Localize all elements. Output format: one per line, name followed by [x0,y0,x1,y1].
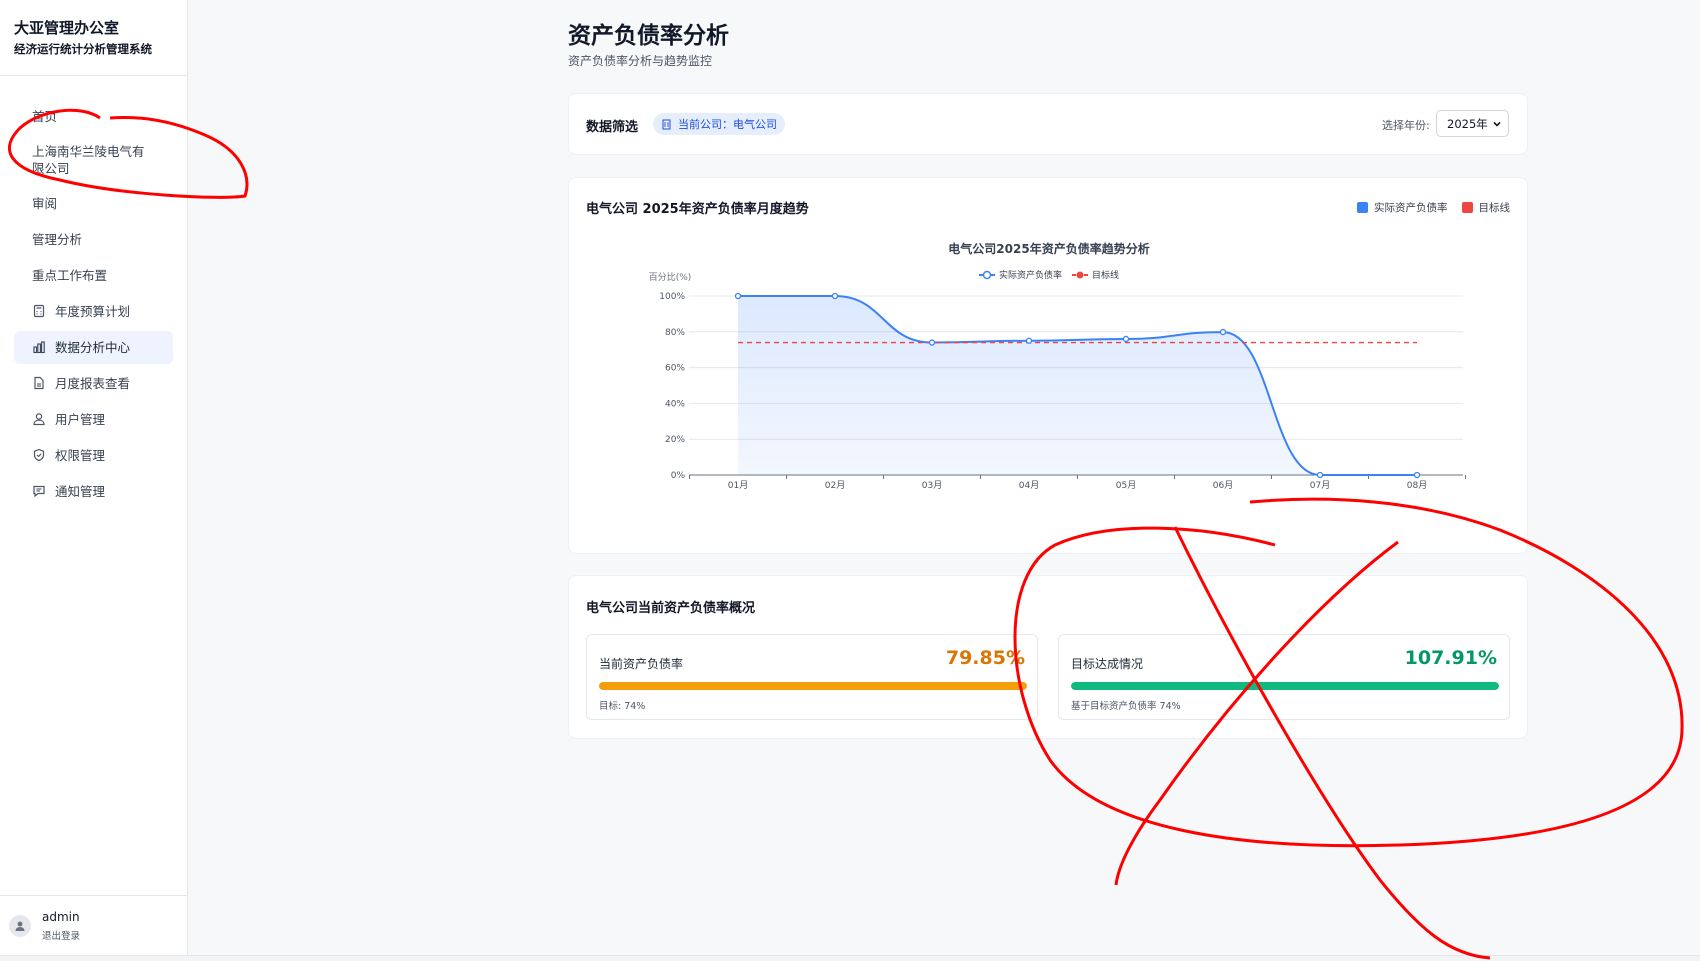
brand-subtitle: 经济运行统计分析管理系统 [14,42,152,56]
sidebar-item-notifications[interactable]: 通知管理 [14,475,173,508]
actual-series-point [1219,328,1227,336]
users-icon [33,413,45,426]
brand-title: 大亚管理办公室 [14,19,120,37]
bottom-scrollbar-track [0,955,1700,961]
chart-title: 电气公司2025年资产负债率趋势分析 [948,241,1149,256]
company-chip: 当前公司：电气公司 [653,113,785,135]
logout-link[interactable]: 退出登录 [42,928,80,942]
year-select-value: 2025年 [1447,116,1488,131]
target-achievement-label: 目标达成情况 [1071,657,1144,671]
trend-line-chart: 电气公司2025年资产负债率趋势分析实际资产负债率 目标线 百分比(%) 0% 20% 4… [649,241,1466,491]
actual-series-point [1025,337,1033,344]
x-tick-label: 04月 [1019,480,1039,491]
sidebar-item-label: 月度报表查看 [55,376,131,391]
x-tick-label: 02月 [825,480,845,491]
calculator-icon [33,304,45,318]
shield-icon [33,448,45,462]
actual-series-point [1316,471,1324,479]
actual-series-point [1413,471,1421,479]
sidebar-item-monthly-report[interactable]: 月度报表查看 [14,367,173,400]
target-achievement-metric: 目标达成情况 107.91% 基于目标资产负债率 74% [1058,634,1510,720]
sidebar-item-label: 通知管理 [55,484,106,499]
actual-series-point [928,339,936,346]
sidebar-item-label: 管理分析 [32,232,83,247]
actual-series-area [738,296,1417,475]
y-tick-label: 0% [671,471,686,481]
actual-series-point [1122,335,1130,343]
chart-legend-marker-actual [982,270,992,280]
sidebar-item-label: 审阅 [32,196,58,211]
actual-series-point [831,292,839,300]
page-subtitle: 资产负债率分析与趋势监控 [568,54,713,68]
sidebar-item-company[interactable]: 上海南华兰陵电气有限公司 [14,136,173,184]
sidebar-item-home[interactable]: 首页 [14,100,173,133]
chart-legend-label-target: 目标线 [1092,269,1119,281]
year-select[interactable]: 2025年 [1436,110,1509,137]
x-tick-label: 05月 [1116,480,1136,491]
target-achievement-progress [1071,682,1499,690]
chevron-down-icon [1493,121,1501,127]
sidebar-item-label: 权限管理 [55,448,106,463]
current-ratio-progress-fill [599,682,1027,690]
avatar [9,914,31,937]
sidebar-item-key-tasks[interactable]: 重点工作布置 [14,259,173,292]
document-icon [34,376,44,390]
company-chip-label: 当前公司：电气公司 [678,118,777,131]
sidebar-item-label: 数据分析中心 [55,340,131,355]
current-ratio-label: 当前资产负债率 [599,657,684,671]
current-ratio-value: 79.85% [945,647,1025,669]
y-tick-label: 80% [665,328,685,338]
brand: 大亚管理办公室 经济运行统计分析管理系统 [0,0,187,76]
sidebar-item-management-analysis[interactable]: 管理分析 [14,223,173,256]
sidebar-item-label: 用户管理 [55,412,106,427]
chart-legend-marker-target [1076,271,1084,279]
x-tick-label: 07月 [1310,480,1330,491]
sidebar-item-label: 年度预算计划 [55,304,131,319]
x-tick-label: 06月 [1213,480,1233,491]
filter-card: 数据筛选 当前公司：电气公司 选择年份: 2025年 [568,93,1528,155]
bar-chart-icon [33,341,45,354]
target-achievement-progress-fill [1071,682,1499,690]
x-tick-label: 01月 [728,480,748,491]
x-tick-label: 08月 [1407,480,1427,491]
y-tick-label: 100% [659,292,685,302]
filter-title: 数据筛选 [586,120,639,135]
y-axis-label: 百分比(%) [649,271,692,283]
sidebar-item-permissions[interactable]: 权限管理 [14,439,173,472]
overview-title: 电气公司当前资产负债率概况 [586,601,756,616]
sidebar-item-review[interactable]: 审阅 [14,187,173,220]
current-ratio-metric: 当前资产负债率 79.85% 目标: 74% [586,634,1038,720]
trend-chart-card: 电气公司 2025年资产负债率月度趋势 实际资产负债率 目标线 电气公司2025… [568,177,1528,554]
overview-card: 电气公司当前资产负债率概况 当前资产负债率 79.85% 目标: 74% 目标达… [568,575,1528,739]
sidebar-item-annual-budget[interactable]: 年度预算计划 [14,295,173,328]
sidebar-item-label: 首页 [32,109,58,124]
actual-series-point [734,292,742,300]
x-tick-label: 03月 [922,480,942,491]
sidebar-item-label: 上海南华兰陵电气有限公司 [32,144,145,176]
target-achievement-value: 107.91% [1404,647,1497,669]
user-icon [15,921,25,931]
sidebar-item-users[interactable]: 用户管理 [14,403,173,436]
user-footer: admin 退出登录 [0,895,188,955]
year-label: 选择年份: [1382,119,1430,132]
sidebar-item-data-analysis[interactable]: 数据分析中心 [14,331,173,364]
sidebar-item-label: 重点工作布置 [32,268,108,283]
target-achievement-note: 基于目标资产负债率 74% [1071,701,1181,712]
y-tick-label: 40% [665,399,685,409]
building-icon [662,119,671,129]
user-name: admin [42,909,80,924]
y-tick-label: 20% [665,435,685,445]
page-title: 资产负债率分析 [568,23,729,49]
sidebar-nav: 首页 上海南华兰陵电气有限公司 审阅 管理分析 重点工作布置 年度预算计划 数据… [0,76,187,508]
chart-legend-label-actual: 实际资产负债率 [999,269,1062,281]
y-tick-label: 60% [665,364,685,374]
message-icon [33,485,45,498]
current-ratio-progress [599,682,1027,690]
current-ratio-note: 目标: 74% [599,701,646,712]
sidebar: 大亚管理办公室 经济运行统计分析管理系统 首页 上海南华兰陵电气有限公司 审阅 … [0,0,188,955]
